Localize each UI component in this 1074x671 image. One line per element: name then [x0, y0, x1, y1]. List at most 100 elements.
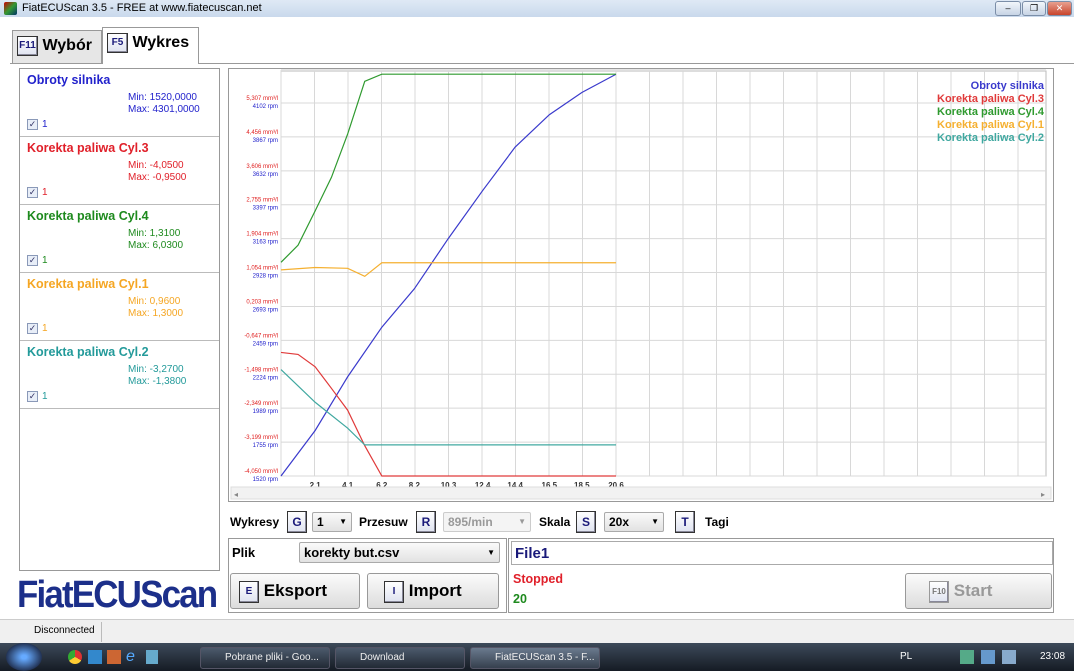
y-tick-rpm: 3397 rpm [253, 206, 278, 212]
checkbox-label: 1 [42, 119, 48, 131]
legend-entry: Korekta paliwa Cyl.4 [937, 106, 1045, 118]
legend-entry: Korekta paliwa Cyl.3 [937, 93, 1044, 105]
desktop-icon[interactable] [88, 650, 102, 664]
chevron-down-icon: ▼ [518, 517, 526, 526]
chart-panel: 5,307 mm³/l 4102 rpm 4,456 mm³/l 3867 rpm 3,… [228, 68, 1054, 502]
close-button[interactable]: ✕ [1047, 1, 1072, 16]
y-tick-rpm: 2693 rpm [253, 307, 278, 313]
chevron-down-icon: ▼ [487, 548, 495, 557]
ie-icon[interactable]: e [126, 648, 135, 666]
status-bar [0, 619, 1074, 643]
przesuw-key[interactable]: R [416, 511, 436, 533]
y-tick-rpm: 2224 rpm [253, 375, 278, 381]
signal-min: Min: 0,9600 [128, 296, 181, 307]
checkmark-icon: ✓ [27, 255, 38, 266]
window-title: FiatECUScan 3.5 - FREE at www.fiatecusca… [22, 2, 262, 14]
y-tick-rpm: 3867 rpm [253, 138, 278, 144]
taskbar-item-download[interactable]: Download [335, 647, 465, 669]
skala-key[interactable]: S [576, 511, 596, 533]
tray-icons[interactable] [960, 650, 1030, 664]
recording-name-field[interactable]: File1 [511, 541, 1053, 565]
signal-item: Korekta paliwa Cyl.4 Min: 1,3100 Max: 6,0… [20, 205, 219, 273]
folder-icon[interactable] [146, 650, 158, 664]
select-value: 20x [609, 515, 630, 529]
y-tick-corr: 4,456 mm³/l [246, 130, 278, 136]
import-button[interactable]: I Import [367, 573, 499, 609]
signal-item: Obroty silnika Min: 1520,0000 Max: 4301,0… [20, 69, 219, 137]
y-tick-corr: -1,498 mm³/l [244, 367, 278, 373]
language-indicator[interactable]: PL [900, 651, 912, 662]
chevron-down-icon: ▼ [339, 517, 347, 526]
taskbar-item-fiatecuscan[interactable]: FiatECUScan 3.5 - F... [470, 647, 600, 669]
export-key: E [239, 580, 259, 603]
tab-key: F11 [17, 35, 38, 56]
signal-checkbox[interactable]: ✓ 1 [27, 323, 48, 334]
start-button[interactable]: F10 Start [905, 573, 1052, 609]
signal-max: Max: 1,3000 [128, 308, 184, 319]
checkmark-icon: ✓ [27, 119, 38, 130]
signal-name: Korekta paliwa Cyl.2 [27, 345, 149, 359]
export-button[interactable]: E Eksport [230, 573, 360, 609]
signal-max: Max: -1,3800 [128, 376, 187, 387]
app-quicklaunch-icon[interactable] [107, 650, 121, 664]
title-bar: FiatECUScan 3.5 - FREE at www.fiatecusca… [0, 0, 1074, 17]
y-tick-corr: 0,203 mm³/l [246, 299, 278, 305]
checkbox-label: 1 [42, 255, 48, 267]
logo: FiatECUScan [17, 574, 218, 616]
y-tick-corr: -4,050 mm³/l [244, 469, 278, 475]
checkmark-icon: ✓ [27, 391, 38, 402]
app-icon [4, 2, 17, 15]
y-tick-corr: -0,647 mm³/l [244, 333, 278, 339]
skala-select[interactable]: 20x ▼ [604, 512, 664, 532]
chrome-icon[interactable] [68, 650, 82, 664]
legend-entry: Korekta paliwa Cyl.1 [937, 119, 1044, 131]
signal-checkbox[interactable]: ✓ 1 [27, 391, 48, 402]
checkmark-icon: ✓ [27, 323, 38, 334]
tab-wykres[interactable]: F5 Wykres [102, 27, 199, 64]
y-tick-rpm: 1755 rpm [253, 443, 278, 449]
wykresy-key[interactable]: G [287, 511, 307, 533]
start-key: F10 [929, 580, 949, 603]
tab-key: F5 [107, 32, 128, 53]
y-tick-rpm: 4102 rpm [253, 104, 278, 110]
y-tick-rpm: 2928 rpm [253, 274, 278, 280]
taskbar-item-chrome[interactable]: Pobrane pliki - Goo... [200, 647, 330, 669]
signal-max: Max: 6,0300 [128, 240, 184, 251]
maximize-button[interactable]: ❐ [1022, 1, 1046, 16]
y-tick-rpm: 1989 rpm [253, 409, 278, 415]
clock: 23:08 [1040, 651, 1066, 662]
select-value: 895/min [448, 515, 493, 529]
signal-checkbox[interactable]: ✓ 1 [27, 255, 48, 266]
export-label: Eksport [263, 581, 328, 600]
signal-max: Max: 4301,0000 [128, 104, 200, 115]
przesuw-select[interactable]: 895/min ▼ [443, 512, 531, 532]
checkbox-label: 1 [42, 323, 48, 335]
y-tick-rpm: 1520 rpm [253, 477, 278, 483]
signal-name: Korekta paliwa Cyl.4 [27, 209, 149, 223]
tagi-key[interactable]: T [675, 511, 695, 533]
wykresy-select[interactable]: 1 ▼ [312, 512, 352, 532]
signal-min: Min: 1,3100 [128, 228, 181, 239]
legend-entry: Korekta paliwa Cyl.2 [937, 132, 1044, 144]
przesuw-label: Przesuw [359, 515, 408, 529]
y-tick-corr: 3,606 mm³/l [246, 164, 278, 170]
signal-min: Min: -3,2700 [128, 364, 184, 375]
signal-checkbox[interactable]: ✓ 1 [27, 119, 48, 130]
file-select[interactable]: korekty but.csv ▼ [299, 542, 500, 563]
signal-name: Korekta paliwa Cyl.1 [27, 277, 149, 291]
sample-count: 20 [513, 592, 527, 606]
horizontal-scrollbar[interactable] [230, 486, 1052, 500]
signal-item: Korekta paliwa Cyl.3 Min: -4,0500 Max: -0… [20, 137, 219, 205]
signal-checkbox[interactable]: ✓ 1 [27, 187, 48, 198]
checkmark-icon: ✓ [27, 187, 38, 198]
signal-item: Korekta paliwa Cyl.2 Min: -3,2700 Max: -1… [20, 341, 219, 409]
tab-wybor[interactable]: F11 Wybór [12, 30, 102, 63]
minimize-button[interactable]: – [995, 1, 1021, 16]
signal-item: Korekta paliwa Cyl.1 Min: 0,9600 Max: 1,3… [20, 273, 219, 341]
legend-entry: Obroty silnika [971, 80, 1045, 92]
connection-status: Disconnected [28, 622, 102, 642]
tab-label: Wybór [42, 37, 92, 54]
start-orb-icon[interactable] [6, 643, 42, 671]
skala-label: Skala [539, 515, 571, 529]
y-tick-corr: 2,755 mm³/l [246, 198, 278, 204]
